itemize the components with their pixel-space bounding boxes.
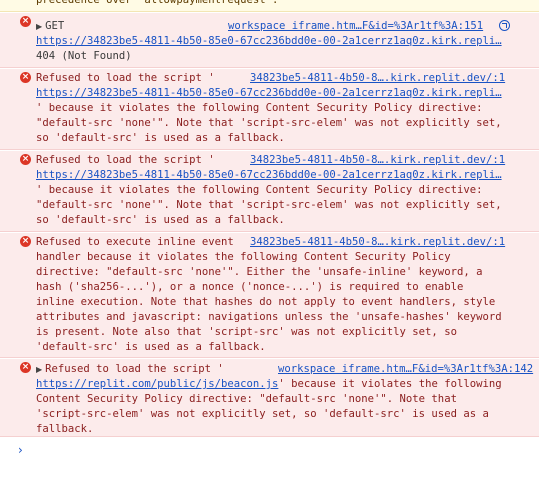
- message-text: Refused to load the script ': [36, 72, 215, 84]
- message-text: hash ('sha256-...'), or a nonce ('nonce-…: [36, 281, 464, 293]
- message-text: so 'default-src' is used as a fallback.: [36, 132, 285, 144]
- error-circle-icon: ×: [20, 236, 31, 247]
- message-text: ' because it violates the following: [278, 378, 502, 390]
- error-circle-icon: ×: [20, 16, 31, 27]
- message-text: directive: "default-src 'none'". Either …: [36, 266, 483, 278]
- message-text: Refused to execute inline event: [36, 236, 234, 248]
- message-text: 'script-src-elem' was not explicitly set…: [36, 408, 489, 420]
- console-error-csp-script[interactable]: × Refused to load the script ' 34823be5-…: [0, 151, 539, 232]
- message-text: Refused to load the script ': [45, 363, 224, 375]
- triangle-right-icon[interactable]: ▶: [36, 365, 42, 374]
- triangle-right-icon[interactable]: ▶: [36, 22, 42, 31]
- message-source-link[interactable]: 34823be5-4811-4b50-8….kirk.replit.dev/:1: [250, 153, 505, 168]
- previous-warning-message: precedence over 'allowpaymentrequest'.: [0, 0, 539, 12]
- message-source-link[interactable]: workspace iframe.htm…F&id=%3Ar1tf%3A:142: [278, 362, 533, 377]
- message-source-link[interactable]: 34823be5-4811-4b50-8….kirk.replit.dev/:1: [250, 71, 505, 86]
- message-text: "default-src 'none'". Note that 'script-…: [36, 199, 502, 211]
- console-error-get[interactable]: × ▶ GET workspace iframe.htm…F&id=%3Ar1tf…: [0, 13, 539, 68]
- message-source-link[interactable]: workspace iframe.htm…F&id=%3Ar1tf%3A:151: [228, 19, 483, 34]
- blocked-script-url-link[interactable]: https://34823be5-4811-4b50-85e0-67cc236b…: [36, 86, 502, 101]
- message-text: ' because it violates the following Cont…: [36, 184, 483, 196]
- message-summary[interactable]: ▶ GET: [36, 19, 64, 34]
- request-url-link[interactable]: https://34823be5-4811-4b50-85e0-67cc236b…: [36, 34, 502, 49]
- message-line: https://replit.com/public/js/beacon.js' …: [36, 377, 502, 392]
- message-text: Refused to load the script ': [36, 154, 215, 166]
- error-circle-icon: ×: [20, 154, 31, 165]
- blocked-script-url-link[interactable]: https://replit.com/public/js/beacon.js: [36, 378, 278, 390]
- console-error-csp-inline-handler[interactable]: × Refused to execute inline event 34823b…: [0, 233, 539, 358]
- message-text: is present. Note also that 'script-src' …: [36, 326, 457, 338]
- response-status: 404 (Not Found): [36, 50, 132, 62]
- console-error-csp-beacon[interactable]: × ▶ Refused to load the script ' workspac…: [0, 359, 539, 437]
- message-text: fallback.: [36, 423, 94, 435]
- message-text: so 'default-src' is used as a fallback.: [36, 214, 285, 226]
- message-summary[interactable]: ▶ Refused to load the script ': [36, 362, 224, 377]
- message-text: 'default-src' is used as a fallback.: [36, 341, 266, 353]
- message-text: attributes and javascript: navigations u…: [36, 311, 502, 323]
- message-text: handler because it violates the followin…: [36, 251, 451, 263]
- message-text: Content Security Policy directive: "defa…: [36, 393, 457, 405]
- blocked-script-url-link[interactable]: https://34823be5-4811-4b50-85e0-67cc236b…: [36, 168, 502, 183]
- message-source-link[interactable]: 34823be5-4811-4b50-8….kirk.replit.dev/:1: [250, 235, 505, 250]
- message-text: ' because it violates the following Cont…: [36, 102, 483, 114]
- console-error-csp-script[interactable]: × Refused to load the script ' 34823be5-…: [0, 69, 539, 150]
- network-request-icon[interactable]: [499, 20, 510, 31]
- console-input-prompt[interactable]: ›: [18, 443, 23, 458]
- error-circle-icon: ×: [20, 72, 31, 83]
- request-method: GET: [45, 20, 65, 32]
- message-text: inline execution. Note that hashes do no…: [36, 296, 496, 308]
- message-text: "default-src 'none'". Note that 'script-…: [36, 117, 502, 129]
- error-circle-icon: ×: [20, 362, 31, 373]
- warning-text: precedence over 'allowpaymentrequest'.: [36, 0, 279, 6]
